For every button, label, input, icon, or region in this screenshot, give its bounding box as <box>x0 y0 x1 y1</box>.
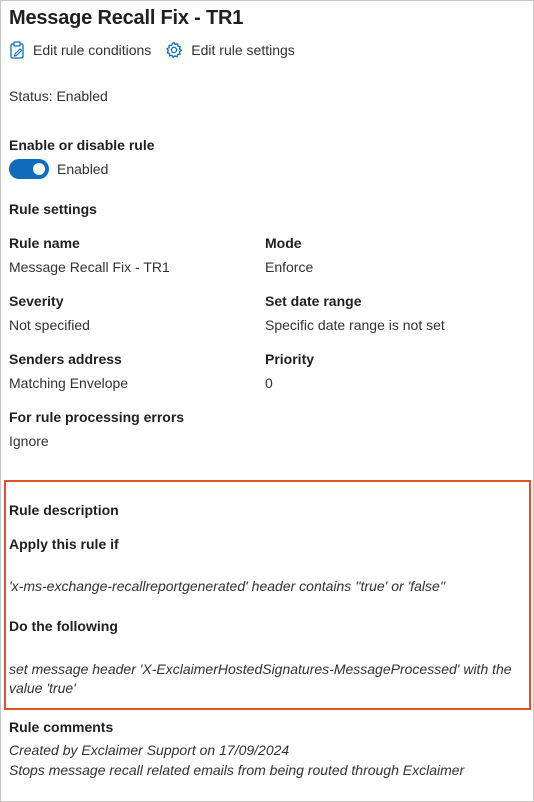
action-text: set message header 'X-ExclaimerHostedSig… <box>9 661 512 696</box>
enable-rule-toggle[interactable] <box>9 159 49 179</box>
edit-rule-conditions-label: Edit rule conditions <box>33 42 152 58</box>
processing-errors-label: For rule processing errors <box>9 409 185 425</box>
rule-name-value: Message Recall Fix - TR1 <box>9 259 170 275</box>
status-text: Status: Enabled <box>9 88 108 104</box>
rule-comments-heading: Rule comments <box>9 719 114 735</box>
processing-errors-value: Ignore <box>9 433 49 449</box>
apply-rule-condition-text: 'x-ms-exchange-recallreportgenerated' he… <box>9 578 446 594</box>
rule-details-panel: Message Recall Fix - TR1 Edit rule condi… <box>0 0 534 802</box>
gear-icon <box>165 41 183 59</box>
enable-rule-heading: Enable or disable rule <box>9 137 155 153</box>
date-range-label: Set date range <box>265 293 362 309</box>
apply-rule-if-heading: Apply this rule if <box>9 536 119 552</box>
rule-settings-heading: Rule settings <box>9 201 97 217</box>
severity-value: Not specified <box>9 317 90 333</box>
command-bar: Edit rule conditions Edit rule settings <box>9 41 295 59</box>
toggle-label: Enabled <box>57 161 109 177</box>
priority-label: Priority <box>265 351 315 367</box>
date-range-value: Specific date range is not set <box>265 317 445 333</box>
rule-name-label: Rule name <box>9 235 80 251</box>
priority-value: 0 <box>265 375 273 391</box>
senders-address-value: Matching Envelope <box>9 375 129 391</box>
comment-line: Stops message recall related emails from… <box>9 762 465 778</box>
severity-label: Severity <box>9 293 64 309</box>
comment-line: Created by Exclaimer Support on 17/09/20… <box>9 742 290 758</box>
edit-rule-conditions-button[interactable]: Edit rule conditions <box>9 41 151 59</box>
senders-address-label: Senders address <box>9 351 122 367</box>
rule-description-heading: Rule description <box>9 502 119 518</box>
edit-rule-settings-label: Edit rule settings <box>191 42 295 58</box>
edit-rule-settings-button[interactable]: Edit rule settings <box>165 41 295 59</box>
toggle-knob <box>33 163 45 175</box>
page-title: Message Recall Fix - TR1 <box>9 7 244 29</box>
clipboard-edit-icon <box>9 41 25 59</box>
mode-value: Enforce <box>265 259 314 275</box>
do-following-heading: Do the following <box>9 618 118 634</box>
mode-label: Mode <box>265 235 302 251</box>
